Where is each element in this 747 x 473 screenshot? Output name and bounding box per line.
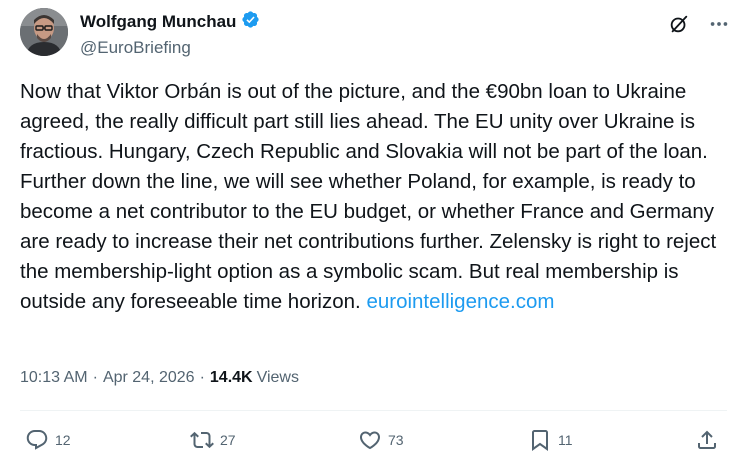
meta-separator: · [199,369,205,386]
repost-icon [190,431,214,449]
reply-count: 12 [55,432,71,448]
author-handle[interactable]: @EuroBriefing [80,38,260,58]
views-count[interactable]: 14.4K [210,369,253,387]
bookmark-icon [532,430,548,451]
reply-button[interactable]: 12 [25,428,71,452]
views-label: Views [256,369,299,386]
avatar[interactable] [20,8,68,56]
author-block: Wolfgang Munchau @EuroBriefing [80,10,260,58]
divider [20,410,727,411]
tweet-card: Wolfgang Munchau @EuroBriefing Now that … [0,0,747,473]
tweet-text-content: Now that Viktor Orbán is out of the pict… [20,80,722,313]
avatar-portrait [20,8,68,56]
tweet-meta: 10:13 AM · Apr 24, 2026 · 14.4K Views [20,369,299,387]
top-actions [667,12,731,36]
meta-separator: · [92,369,98,386]
share-button[interactable] [695,428,719,452]
heart-icon [359,431,381,450]
reply-icon [26,430,48,450]
bookmark-button[interactable]: 11 [528,428,573,452]
tweet-link[interactable]: eurointelligence.com [366,290,554,313]
like-button[interactable]: 73 [358,428,404,452]
tweet-time[interactable]: 10:13 AM [20,369,88,387]
repost-button[interactable]: 27 [190,428,236,452]
tweet-text: Now that Viktor Orbán is out of the pict… [20,77,720,317]
verified-badge-icon [241,10,260,34]
share-icon [698,430,716,449]
repost-count: 27 [220,432,236,448]
bookmark-count: 11 [558,432,573,448]
more-icon[interactable] [707,12,731,36]
author-name[interactable]: Wolfgang Munchau [80,12,236,32]
grok-icon[interactable] [667,12,691,36]
action-bar: 12 27 73 11 [20,428,727,456]
tweet-date[interactable]: Apr 24, 2026 [103,369,195,387]
like-count: 73 [388,432,404,448]
